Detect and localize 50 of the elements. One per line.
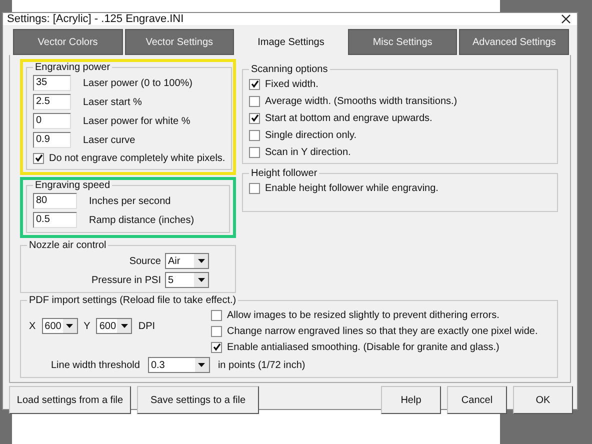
button[interactable]: Help — [381, 386, 441, 414]
tab[interactable]: Advanced Settings — [459, 29, 569, 55]
checkbox-label: Enable height follower while engraving. — [265, 182, 438, 194]
dropdown[interactable]: Air — [165, 253, 209, 269]
group-title: PDF import settings (Reload file to take effect.) — [28, 295, 238, 306]
group-title: Engraving power — [34, 62, 112, 73]
unit-label: DPI — [138, 320, 156, 332]
field-label: Source — [129, 256, 161, 266]
field-label: Ramp distance (inches) — [89, 214, 194, 226]
button[interactable]: Save settings to a file — [137, 386, 259, 414]
checkbox-label: Start at bottom and engrave upwards. — [265, 112, 432, 124]
button[interactable]: Load settings from a file — [9, 386, 131, 414]
field-label: Y — [84, 320, 90, 332]
checkbox-label: Scan in Y direction. — [265, 146, 351, 158]
dropdown[interactable]: 600 — [96, 318, 132, 334]
button[interactable]: Cancel — [447, 386, 507, 414]
checkbox-label: Average width. (Smooths width transitions.) — [265, 96, 458, 106]
tab[interactable]: Vector Colors — [13, 29, 123, 55]
tab[interactable]: Misc Settings — [348, 29, 458, 55]
button[interactable]: OK — [513, 386, 573, 414]
dropdown[interactable]: 600 — [42, 318, 78, 334]
checkbox-label: Enable antialiased smoothing. (Disable for granite and glass.) — [227, 342, 500, 352]
field-label: Laser curve — [83, 134, 136, 146]
checkbox-label: Allow images to be resized slightly to prevent dithering errors. — [227, 310, 500, 320]
field-label: Line width threshold — [51, 360, 140, 370]
input-field[interactable]: 0.9 — [33, 132, 71, 148]
group-title: Nozzle air control — [28, 240, 108, 251]
field-label: Inches per second — [89, 196, 171, 206]
checkbox-label: Single direction only. — [265, 130, 357, 140]
field-label: Pressure in PSI — [92, 274, 161, 286]
field-label: Laser power for white % — [83, 116, 190, 126]
field-label: Laser start % — [83, 96, 142, 108]
checkbox-label: Do not engrave completely white pixels. — [49, 152, 226, 164]
tab[interactable]: Vector Settings — [124, 29, 234, 55]
input-field[interactable]: 2.5 — [33, 94, 71, 110]
checkbox-label: Fixed width. — [265, 78, 318, 90]
window-title: Settings: [Acrylic] - .125 Engrave.INI — [7, 13, 184, 25]
group-title: Height follower — [250, 168, 318, 179]
unit-label: in points (1/72 inch) — [218, 360, 306, 370]
input-field[interactable]: 0 — [33, 113, 71, 129]
input-field[interactable]: 80 — [33, 193, 77, 209]
group-title: Engraving speed — [34, 180, 112, 191]
dropdown[interactable]: 5 — [165, 272, 209, 288]
dropdown[interactable]: 0.3 — [148, 357, 210, 373]
field-label: Laser power (0 to 100%) — [83, 78, 193, 88]
input-field[interactable]: 0.5 — [33, 212, 77, 228]
checkbox-label: Change narrow engraved lines so that they are exactly one pixel wide. — [227, 326, 538, 336]
field-label: X — [29, 320, 36, 332]
group-title: Scanning options — [250, 64, 329, 75]
input-field[interactable]: 35 — [33, 75, 71, 91]
